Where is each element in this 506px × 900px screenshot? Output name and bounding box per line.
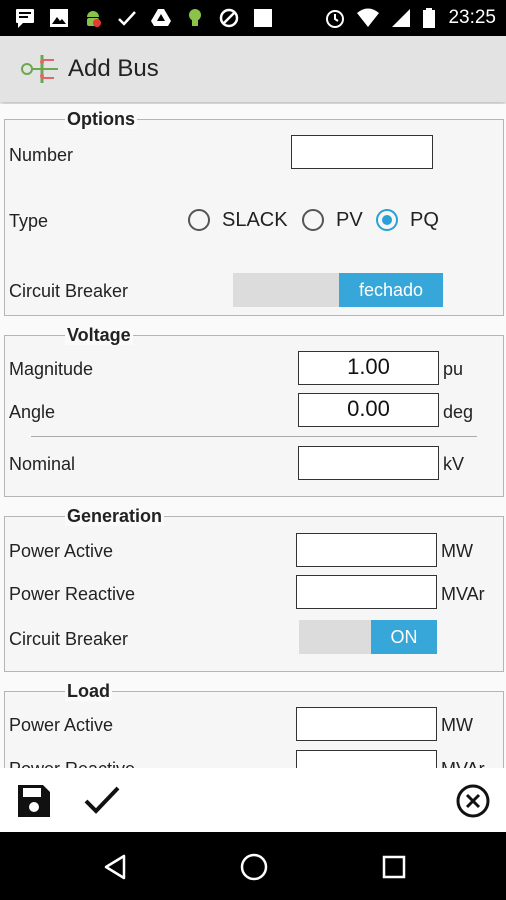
options-section: Options Number Type SLACK PV PQ Circuit … — [4, 109, 504, 316]
options-title: Options — [65, 109, 137, 129]
load-power-reactive-input[interactable] — [296, 750, 437, 768]
load-power-active-unit: MW — [441, 715, 473, 735]
generation-section: Generation Power Active MW Power Reactiv… — [4, 506, 504, 672]
gen-power-reactive-label: Power Reactive — [9, 584, 136, 604]
lightbulb-icon — [189, 9, 201, 26]
number-label: Number — [9, 145, 74, 165]
system-icons: 23:25 — [324, 6, 496, 30]
check-icon — [118, 11, 136, 26]
save-icon[interactable] — [16, 783, 52, 819]
load-power-reactive-unit: MVAr — [441, 758, 485, 768]
bottom-action-bar — [0, 768, 506, 832]
type-label-slack[interactable]: SLACK — [222, 208, 288, 232]
gen-circuit-breaker-toggle[interactable]: ON — [299, 620, 437, 654]
gen-power-active-label: Power Active — [9, 541, 114, 561]
gen-circuit-breaker-label: Circuit Breaker — [9, 629, 129, 649]
magnitude-input[interactable]: 1.00 — [298, 351, 439, 385]
type-label-pv[interactable]: PV — [336, 208, 363, 232]
type-radio-pq[interactable] — [376, 209, 398, 231]
status-bar: 23:25 — [0, 0, 506, 36]
load-power-reactive-label: Power Reactive — [9, 758, 135, 768]
gen-circuit-breaker-state: ON — [371, 620, 437, 654]
circuit-breaker-label: Circuit Breaker — [9, 281, 129, 301]
notification-icons — [14, 7, 274, 29]
type-radio-pv[interactable] — [302, 209, 324, 231]
type-radio-slack[interactable] — [188, 209, 210, 231]
navigation-bar — [0, 832, 506, 900]
angle-input[interactable]: 0.00 — [298, 393, 439, 427]
square-icon — [254, 9, 272, 27]
gen-power-active-input[interactable] — [296, 533, 437, 567]
message-icon — [16, 9, 34, 28]
nominal-unit: kV — [443, 454, 465, 474]
generation-title: Generation — [65, 506, 165, 526]
drive-icon — [151, 9, 171, 26]
magnitude-label: Magnitude — [9, 359, 94, 379]
circuit-breaker-state: fechado — [339, 273, 443, 307]
battery-icon — [423, 8, 436, 28]
app-bar: Add Bus — [0, 36, 506, 102]
recents-icon[interactable] — [381, 854, 407, 880]
load-power-active-input[interactable] — [296, 707, 437, 741]
voltage-section: Voltage Magnitude 1.00 pu Angle 0.00 deg… — [4, 325, 504, 497]
voltage-title: Voltage — [65, 325, 133, 345]
magnitude-unit: pu — [443, 359, 464, 379]
check-icon[interactable] — [83, 784, 121, 816]
nominal-input[interactable] — [298, 446, 439, 480]
gen-power-reactive-unit: MVAr — [441, 584, 485, 604]
android-debug-icon — [87, 11, 101, 27]
load-title: Load — [65, 681, 112, 701]
type-label: Type — [9, 211, 49, 231]
angle-unit: deg — [443, 402, 474, 422]
home-icon[interactable] — [239, 852, 269, 882]
close-circle-icon[interactable] — [455, 783, 491, 819]
form-content[interactable]: Options Number Type SLACK PV PQ Circuit … — [0, 104, 506, 768]
page-title: Add Bus — [68, 55, 159, 82]
gen-power-reactive-input[interactable] — [296, 575, 437, 609]
type-label-pq[interactable]: PQ — [410, 208, 439, 232]
voltage-divider — [31, 436, 477, 437]
number-input[interactable] — [291, 135, 433, 169]
nominal-label: Nominal — [9, 454, 76, 474]
gen-power-active-unit: MW — [441, 541, 473, 561]
load-power-active-label: Power Active — [9, 715, 114, 735]
image-icon — [50, 9, 68, 27]
blocked-icon — [219, 8, 239, 28]
angle-label: Angle — [9, 402, 56, 422]
load-section: Load Power Active MW Power Reactive MVAr — [4, 681, 504, 768]
circuit-breaker-toggle[interactable]: fechado — [233, 273, 443, 307]
clock: 23:25 — [448, 7, 496, 28]
alarm-icon — [326, 10, 345, 28]
bus-app-icon — [21, 55, 58, 83]
back-icon[interactable] — [102, 853, 128, 881]
wifi-icon — [357, 8, 380, 27]
signal-icon — [392, 9, 411, 27]
